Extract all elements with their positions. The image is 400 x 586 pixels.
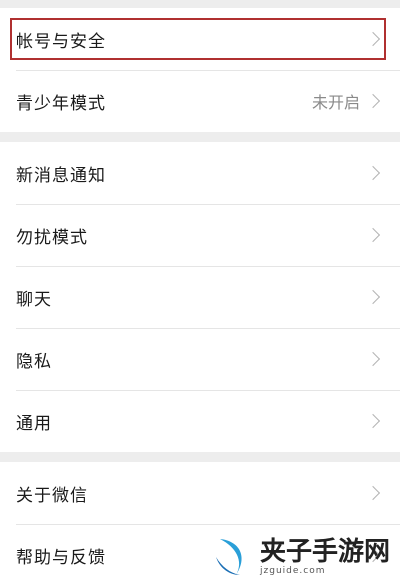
settings-item-label: 青少年模式 bbox=[16, 93, 106, 114]
settings-item-label: 勿扰模式 bbox=[16, 227, 88, 248]
settings-item-label: 关于微信 bbox=[16, 485, 88, 506]
settings-item-do-not-disturb[interactable]: 勿扰模式 bbox=[0, 204, 400, 266]
site-watermark: 夹子手游网 jzguide.com bbox=[210, 530, 400, 583]
settings-item-label: 聊天 bbox=[16, 289, 52, 310]
chevron-right-icon bbox=[365, 31, 381, 47]
settings-item-teen-mode[interactable]: 青少年模式 未开启 bbox=[0, 70, 400, 132]
group-spacer bbox=[0, 452, 400, 462]
settings-page: 帐号与安全 青少年模式 未开启 新消息通知 勿扰模式 聊天 隐私 通用 关于微信… bbox=[0, 0, 400, 586]
settings-item-general[interactable]: 通用 bbox=[0, 390, 400, 452]
notification-group: 新消息通知 勿扰模式 聊天 隐私 通用 bbox=[0, 142, 400, 452]
watermark-logo-icon bbox=[216, 538, 242, 575]
settings-item-account-security[interactable]: 帐号与安全 bbox=[0, 8, 400, 70]
settings-item-status: 未开启 bbox=[311, 93, 360, 112]
settings-item-label: 帐号与安全 bbox=[16, 31, 106, 52]
settings-item-chat[interactable]: 聊天 bbox=[0, 266, 400, 328]
chevron-right-icon bbox=[365, 289, 381, 305]
group-spacer bbox=[0, 132, 400, 142]
settings-item-label: 隐私 bbox=[16, 351, 52, 372]
settings-item-label: 通用 bbox=[16, 413, 52, 434]
settings-item-new-message-notification[interactable]: 新消息通知 bbox=[0, 142, 400, 204]
chevron-right-icon bbox=[365, 351, 381, 367]
watermark-subtitle: jzguide.com bbox=[260, 565, 326, 576]
chevron-right-icon bbox=[365, 413, 381, 429]
account-group: 帐号与安全 青少年模式 未开启 bbox=[0, 8, 400, 132]
settings-item-about-wechat[interactable]: 关于微信 bbox=[0, 462, 400, 524]
top-spacer bbox=[0, 0, 400, 8]
settings-item-label: 新消息通知 bbox=[16, 165, 106, 186]
settings-item-privacy[interactable]: 隐私 bbox=[0, 328, 400, 390]
chevron-right-icon bbox=[365, 227, 381, 243]
chevron-right-icon bbox=[365, 165, 381, 181]
chevron-right-icon bbox=[365, 93, 381, 109]
chevron-right-icon bbox=[365, 485, 381, 501]
watermark-title: 夹子手游网 bbox=[260, 536, 391, 567]
